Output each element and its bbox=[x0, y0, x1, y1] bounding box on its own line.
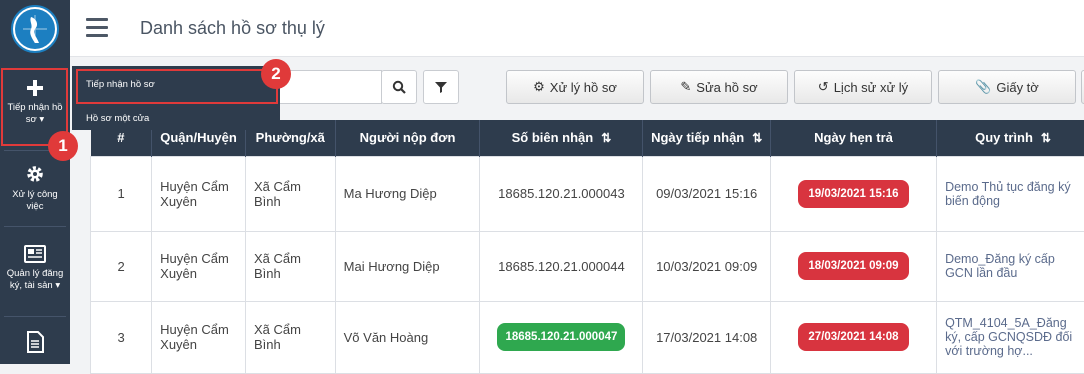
menu-toggle-icon[interactable] bbox=[86, 18, 108, 38]
cell-receipt: 18685.120.21.000043 bbox=[480, 156, 643, 231]
cell-receipt: 18685.120.21.000047 bbox=[480, 301, 643, 373]
cell-applicant: Ma Hương Diệp bbox=[335, 156, 480, 231]
page-title: Danh sách hồ sơ thụ lý bbox=[140, 18, 325, 39]
cell-process: Demo_Đăng ký cấp GCN lần đầu bbox=[937, 231, 1084, 301]
filter-icon bbox=[435, 81, 447, 93]
cell-due-date: 18/03/2021 09:09 bbox=[770, 231, 936, 301]
cell-process: Demo Thủ tục đăng ký biến động bbox=[937, 156, 1084, 231]
filter-button[interactable] bbox=[423, 70, 459, 104]
sidebar-item-document[interactable] bbox=[0, 330, 70, 358]
process-record-button[interactable]: ⚙Xử lý hồ sơ bbox=[506, 70, 644, 104]
search-icon bbox=[392, 80, 406, 94]
cell-applicant: Mai Hương Diệp bbox=[335, 231, 480, 301]
column-header[interactable]: Ngày hẹn trả bbox=[770, 120, 936, 156]
edit-record-button[interactable]: ✎Sửa hồ sơ bbox=[650, 70, 788, 104]
cell-process: QTM_4104_5A_Đăng ký, cấp GCNQSDĐ đối với… bbox=[937, 301, 1084, 373]
highlight-box-2 bbox=[76, 69, 278, 104]
cell-due-date: 27/03/2021 14:08 bbox=[770, 301, 936, 373]
column-header-sortable[interactable]: Số biên nhận⇅ bbox=[480, 120, 643, 156]
cell-district: Huyện Cẩm Xuyên bbox=[152, 231, 246, 301]
cell-received-date: 09/03/2021 15:16 bbox=[643, 156, 770, 231]
due-badge: 27/03/2021 14:08 bbox=[798, 323, 908, 351]
document-icon bbox=[25, 330, 45, 354]
step-marker-1: 1 bbox=[48, 131, 78, 161]
receipt-badge: 18685.120.21.000047 bbox=[497, 323, 625, 351]
cell-num: 2 bbox=[91, 231, 152, 301]
sort-icon[interactable]: ⇅ bbox=[601, 131, 611, 145]
sidebar-item-xu-ly[interactable]: Xử lý công việc bbox=[0, 163, 70, 213]
cell-ward: Xã Cẩm Bình bbox=[245, 301, 335, 373]
top-bar: Danh sách hồ sơ thụ lý bbox=[70, 0, 1084, 57]
sidebar: Tiếp nhận hồ sơ ▾ Xử lý công việc Quản l… bbox=[0, 0, 70, 364]
cell-district: Huyện Cẩm Xuyên bbox=[152, 156, 246, 231]
cell-received-date: 10/03/2021 09:09 bbox=[643, 231, 770, 301]
paperclip-icon: 📎 bbox=[975, 79, 991, 95]
table-row[interactable]: 1 Huyện Cẩm Xuyên Xã Cẩm Bình Ma Hương D… bbox=[91, 156, 1084, 231]
table-row[interactable]: 2 Huyện Cẩm Xuyên Xã Cẩm Bình Mai Hương … bbox=[91, 231, 1084, 301]
search-button[interactable] bbox=[381, 70, 417, 104]
due-badge: 18/03/2021 09:09 bbox=[798, 252, 908, 280]
cell-ward: Xã Cẩm Bình bbox=[245, 156, 335, 231]
column-header[interactable]: Người nộp đơn bbox=[335, 120, 480, 156]
menu-item-ho-so-mot-cua[interactable]: Hồ sơ một cửa bbox=[86, 113, 149, 124]
logo bbox=[11, 5, 59, 53]
sidebar-item-label: Xử lý công việc bbox=[0, 189, 70, 213]
column-header-sortable[interactable]: Ngày tiếp nhận⇅ bbox=[643, 120, 770, 156]
documents-button[interactable]: 📎Giấy tờ bbox=[938, 70, 1076, 104]
newspaper-icon bbox=[23, 244, 47, 264]
table-row[interactable]: 3 Huyện Cẩm Xuyên Xã Cẩm Bình Võ Văn Hoà… bbox=[91, 301, 1084, 373]
cell-district: Huyện Cẩm Xuyên bbox=[152, 301, 246, 373]
history-button[interactable]: ↺Lịch sử xử lý bbox=[794, 70, 932, 104]
gear-icon: ⚙ bbox=[533, 79, 545, 95]
cell-ward: Xã Cẩm Bình bbox=[245, 231, 335, 301]
column-header-sortable[interactable]: Quy trình⇅ bbox=[937, 120, 1084, 156]
sidebar-item-quan-ly[interactable]: Quản lý đăng ký, tài sản ▾ bbox=[0, 244, 70, 292]
records-table: # Quận/Huyện Phường/xã Người nộp đơn Số … bbox=[90, 120, 1084, 374]
history-icon: ↺ bbox=[818, 79, 829, 95]
cell-num: 3 bbox=[91, 301, 152, 373]
sort-icon[interactable]: ⇅ bbox=[752, 131, 762, 145]
cell-due-date: 19/03/2021 15:16 bbox=[770, 156, 936, 231]
sort-icon[interactable]: ⇅ bbox=[1041, 131, 1051, 145]
edit-icon: ✎ bbox=[680, 79, 691, 95]
cell-receipt: 18685.120.21.000044 bbox=[480, 231, 643, 301]
cell-received-date: 17/03/2021 14:08 bbox=[643, 301, 770, 373]
cell-num: 1 bbox=[91, 156, 152, 231]
gear-icon bbox=[24, 163, 46, 185]
cell-applicant: Võ Văn Hoàng bbox=[335, 301, 480, 373]
sidebar-item-label: Quản lý đăng ký, tài sản ▾ bbox=[0, 268, 70, 292]
due-badge: 19/03/2021 15:16 bbox=[798, 180, 908, 208]
step-marker-2: 2 bbox=[261, 59, 291, 89]
